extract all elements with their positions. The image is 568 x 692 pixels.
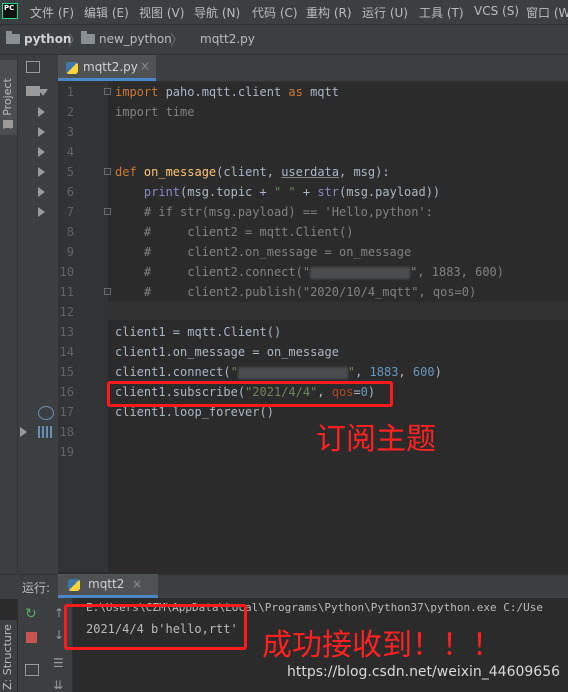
scroll-up-icon[interactable]: ↑: [54, 606, 64, 620]
scroll-to-end-icon[interactable]: ⇊: [53, 678, 63, 692]
expand-down-icon[interactable]: [38, 89, 48, 96]
breadcrumb-file[interactable]: mqtt2.py: [200, 32, 255, 46]
subscribe-highlight-box: [107, 381, 393, 407]
code-line-1[interactable]: import paho.mqtt.client as mqtt: [115, 85, 339, 99]
python-icon: [68, 579, 80, 591]
close-icon[interactable]: ×: [140, 59, 150, 73]
menu-run[interactable]: 运行 (U): [362, 4, 408, 21]
menu-vcs[interactable]: VCS (S): [474, 4, 519, 18]
code-line-11[interactable]: # client2.publish("2020/10/4_mqtt", qos=…: [115, 285, 476, 299]
watermark: https://blog.csdn.net/weixin_44609656: [287, 664, 561, 680]
close-icon[interactable]: ×: [132, 577, 142, 591]
menu-view[interactable]: 视图 (V): [139, 4, 184, 21]
chevron-right-icon[interactable]: [38, 147, 45, 157]
line-number: 17: [59, 405, 74, 419]
menu-edit[interactable]: 编辑 (E): [84, 4, 129, 21]
redacted-host: [310, 266, 411, 279]
line-number: 6: [66, 185, 74, 199]
line-number: 7: [66, 205, 74, 219]
bar-chart-icon[interactable]: [38, 426, 52, 438]
line-number: 18: [59, 425, 74, 439]
breadcrumb-separator-icon: 〉: [170, 33, 184, 49]
code-line-2[interactable]: import time: [115, 105, 194, 119]
received-annotation: 成功接收到！！！: [262, 628, 502, 663]
folder-icon: [6, 31, 20, 44]
fold-icon[interactable]: [104, 88, 111, 95]
folder-icon: [3, 120, 13, 128]
folder-icon: [81, 31, 95, 44]
line-number: 8: [66, 225, 74, 239]
run-tab-label: mqtt2: [88, 577, 125, 591]
menu-refactor[interactable]: 重构 (R): [306, 4, 352, 21]
fold-icon[interactable]: [104, 208, 111, 215]
received-highlight-box: [64, 604, 247, 650]
structure-tab-label: Z: Structure: [1, 624, 14, 690]
line-number: 13: [59, 325, 74, 339]
layout-icon[interactable]: [25, 664, 39, 676]
pycharm-logo-icon: PC: [2, 3, 18, 19]
chevron-right-icon[interactable]: [38, 207, 45, 217]
clock-icon[interactable]: [38, 406, 54, 420]
line-number: 14: [59, 345, 74, 359]
chevron-right-icon[interactable]: [38, 127, 45, 137]
scroll-down-icon[interactable]: ↓: [54, 628, 64, 642]
tab-label: mqtt2.py: [83, 60, 138, 74]
fold-icon[interactable]: [104, 288, 111, 295]
chevron-right-icon[interactable]: [38, 187, 45, 197]
menu-navigate[interactable]: 导航 (N): [194, 4, 240, 21]
line-number: 15: [59, 365, 74, 379]
tab-mqtt2-py[interactable]: mqtt2.py ×: [58, 55, 156, 81]
stop-icon[interactable]: [26, 632, 37, 643]
run-label: 运行:: [22, 581, 51, 595]
structure-tool-tab[interactable]: Z: Structure: [0, 620, 17, 692]
menu-code[interactable]: 代码 (C): [252, 4, 298, 21]
subscribe-annotation: 订阅主题: [316, 422, 436, 457]
code-line-8[interactable]: # client2 = mqtt.Client(): [115, 225, 354, 239]
current-line-highlight: [108, 302, 568, 320]
chevron-right-icon[interactable]: [38, 107, 45, 117]
line-number: 10: [59, 265, 74, 279]
python-file-icon: [66, 62, 78, 74]
run-toolbar: ↻: [18, 598, 48, 692]
line-number: 4: [66, 145, 74, 159]
panel-layout-icon[interactable]: [26, 61, 40, 73]
menu-bar: PC 文件 (F) 编辑 (E) 视图 (V) 导航 (N) 代码 (C) 重构…: [0, 0, 568, 25]
breadcrumb-project[interactable]: python: [24, 32, 71, 46]
line-number: 1: [66, 85, 74, 99]
line-number: 19: [59, 445, 74, 459]
breadcrumb-folder[interactable]: new_python: [99, 32, 172, 46]
code-line-16[interactable]: client1.connect(" ", 1883, 600): [115, 365, 442, 379]
rerun-icon[interactable]: ↻: [25, 606, 37, 622]
code-line-7[interactable]: # if str(msg.payload) == 'Hello,python':: [115, 205, 433, 219]
menu-tools[interactable]: 工具 (T): [419, 4, 464, 21]
code-line-15[interactable]: client1.on_message = on_message: [115, 345, 339, 359]
soft-wrap-icon[interactable]: ☰: [53, 656, 64, 670]
menu-file[interactable]: 文件 (F): [30, 4, 74, 21]
line-number: 2: [66, 105, 74, 119]
breadcrumb-separator-icon: 〉: [68, 33, 82, 49]
tab-run-mqtt2[interactable]: mqtt2 ×: [58, 574, 158, 598]
code-line-5[interactable]: def on_message(client, userdata, msg):: [115, 165, 390, 179]
menu-window[interactable]: 窗口 (W): [526, 4, 568, 21]
line-number: 11: [59, 285, 74, 299]
code-line-14[interactable]: client1 = mqtt.Client(): [115, 325, 281, 339]
line-number: 12: [59, 305, 74, 319]
code-line-10[interactable]: # client2.connect(" ", 1883, 600): [115, 265, 504, 279]
chevron-right-icon[interactable]: [20, 427, 27, 437]
code-line-9[interactable]: # client2.on_message = on_message: [115, 245, 411, 259]
line-number: 5: [66, 165, 74, 179]
fold-icon[interactable]: [104, 168, 111, 175]
redacted-host: [237, 366, 348, 379]
line-number: 3: [66, 125, 74, 139]
line-number: 9: [66, 245, 74, 259]
line-number: 16: [59, 385, 74, 399]
code-line-6[interactable]: print(msg.topic + " " + str(msg.payload)…: [115, 185, 440, 199]
breadcrumb: python 〉 new_python 〉 mqtt2.py: [0, 25, 568, 69]
code-line-18[interactable]: client1.loop_forever(): [115, 405, 274, 419]
chevron-right-icon[interactable]: [38, 167, 45, 177]
